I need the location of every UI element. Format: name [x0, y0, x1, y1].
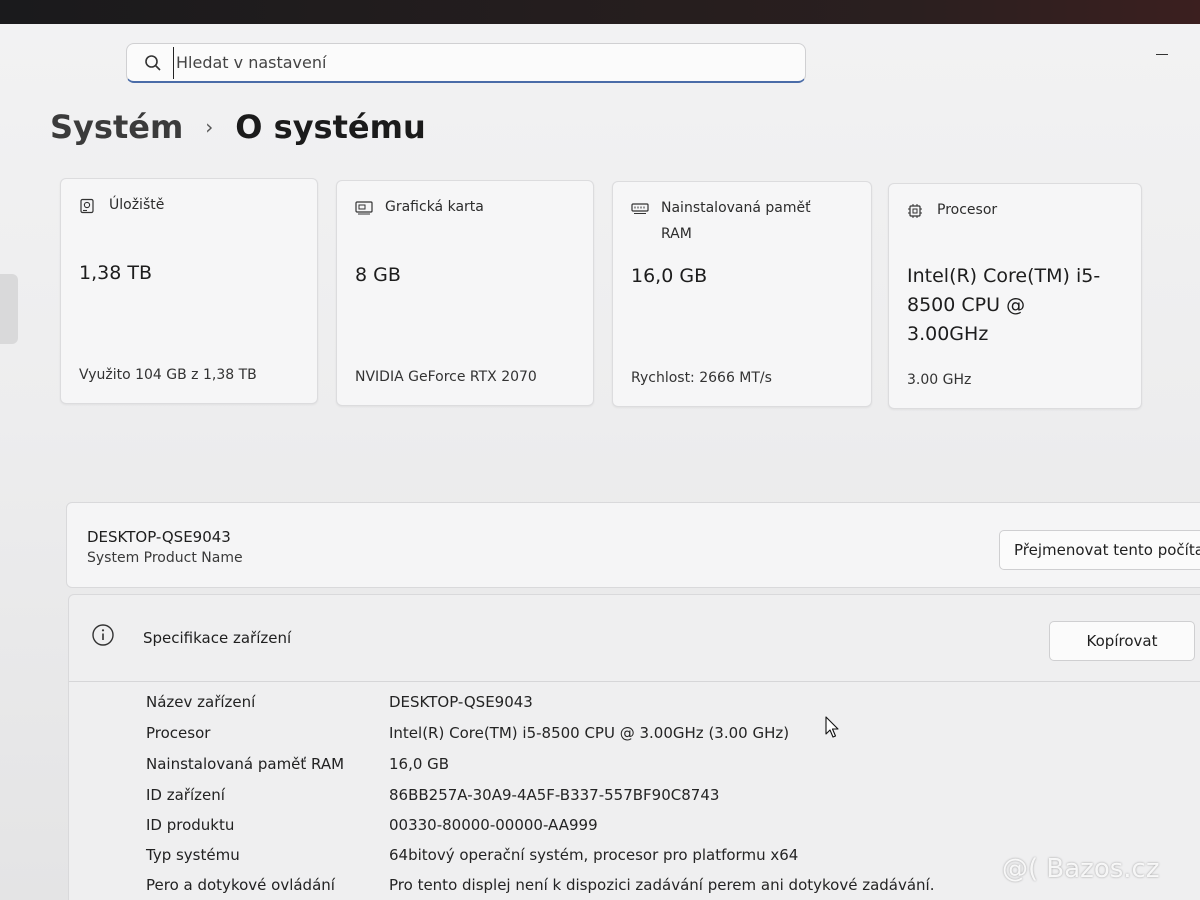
- processor-icon: [907, 202, 929, 220]
- device-name: DESKTOP-QSE9043: [87, 528, 231, 546]
- spec-value: Intel(R) Core(TM) i5-8500 CPU @ 3.00GHz …: [389, 724, 790, 742]
- settings-window: Systém › O systému Úložiště 1,38 TB Využ…: [0, 24, 1200, 900]
- spec-label: Název zařízení: [146, 693, 256, 711]
- spec-value: 16,0 GB: [389, 755, 450, 773]
- nav-pane-edge[interactable]: [0, 274, 18, 344]
- spec-title: Specifikace zařízení: [143, 629, 292, 647]
- spec-label: ID produktu: [146, 816, 235, 834]
- memory-card[interactable]: Nainstalovaná paměť RAM 16,0 GB Rychlost…: [612, 181, 872, 407]
- spec-value: Pro tento displej není k dispozici zadáv…: [389, 876, 935, 894]
- spec-label: Pero a dotykové ovládání: [146, 876, 335, 894]
- search-input[interactable]: [173, 46, 778, 79]
- chevron-right-icon: ›: [205, 115, 214, 139]
- memory-speed: Rychlost: 2666 MT/s: [631, 370, 772, 386]
- storage-icon: [79, 197, 101, 215]
- spec-value: 86BB257A-30A9-4A5F-B337-557BF90C8743: [389, 786, 720, 804]
- page-title: O systému: [235, 108, 426, 146]
- gpu-value: 8 GB: [355, 264, 401, 286]
- spec-label: Typ systému: [146, 846, 240, 864]
- storage-usage: Využito 104 GB z 1,38 TB: [79, 367, 257, 383]
- spec-row: ID zařízení 86BB257A-30A9-4A5F-B337-557B…: [69, 786, 1200, 816]
- spec-value: 64bitový operační systém, procesor pro p…: [389, 846, 799, 864]
- spec-row: ID produktu 00330-80000-00000-AA999: [69, 816, 1200, 846]
- gpu-model: NVIDIA GeForce RTX 2070: [355, 369, 537, 385]
- mouse-pointer-icon: [825, 716, 841, 744]
- processor-speed: 3.00 GHz: [907, 372, 972, 388]
- device-model: System Product Name: [87, 550, 243, 566]
- spec-label: Nainstalovaná paměť RAM: [146, 755, 345, 773]
- memory-icon: [631, 200, 653, 218]
- spec-value: 00330-80000-00000-AA999: [389, 816, 598, 834]
- memory-title: Nainstalovaná paměť RAM: [661, 200, 811, 242]
- storage-title: Úložiště: [109, 197, 165, 213]
- spec-header[interactable]: Specifikace zařízení Kopírovat: [69, 595, 1200, 682]
- search-box[interactable]: [126, 43, 806, 83]
- gpu-card[interactable]: Grafická karta 8 GB NVIDIA GeForce RTX 2…: [336, 180, 594, 406]
- gpu-title: Grafická karta: [385, 199, 484, 215]
- storage-card[interactable]: Úložiště 1,38 TB Využito 104 GB z 1,38 T…: [60, 178, 318, 404]
- device-name-row: DESKTOP-QSE9043 System Product Name Přej…: [66, 502, 1200, 588]
- spec-value: DESKTOP-QSE9043: [389, 693, 533, 711]
- memory-value: 16,0 GB: [631, 265, 708, 287]
- info-icon: [91, 623, 115, 651]
- rename-pc-button[interactable]: Přejmenovat tento počítač: [999, 530, 1200, 570]
- screen-bezel: [0, 0, 1200, 24]
- spec-label: Procesor: [146, 724, 211, 742]
- gpu-icon: [355, 199, 377, 217]
- watermark: @( Bazos.cz: [1002, 854, 1160, 884]
- spec-row: Procesor Intel(R) Core(TM) i5-8500 CPU @…: [69, 724, 1200, 754]
- processor-card[interactable]: Procesor Intel(R) Core(TM) i5-8500 CPU @…: [888, 183, 1142, 409]
- spec-row: Název zařízení DESKTOP-QSE9043: [69, 693, 1200, 723]
- search-icon: [133, 45, 173, 81]
- breadcrumb: Systém › O systému: [50, 108, 426, 146]
- breadcrumb-system-link[interactable]: Systém: [50, 108, 183, 146]
- copy-button[interactable]: Kopírovat: [1049, 621, 1195, 661]
- processor-title: Procesor: [937, 202, 998, 218]
- minimize-icon[interactable]: [1156, 54, 1168, 55]
- spec-label: ID zařízení: [146, 786, 225, 804]
- processor-value: Intel(R) Core(TM) i5-8500 CPU @ 3.00GHz: [907, 265, 1101, 345]
- spec-row: Nainstalovaná paměť RAM 16,0 GB: [69, 755, 1200, 785]
- storage-value: 1,38 TB: [79, 262, 152, 284]
